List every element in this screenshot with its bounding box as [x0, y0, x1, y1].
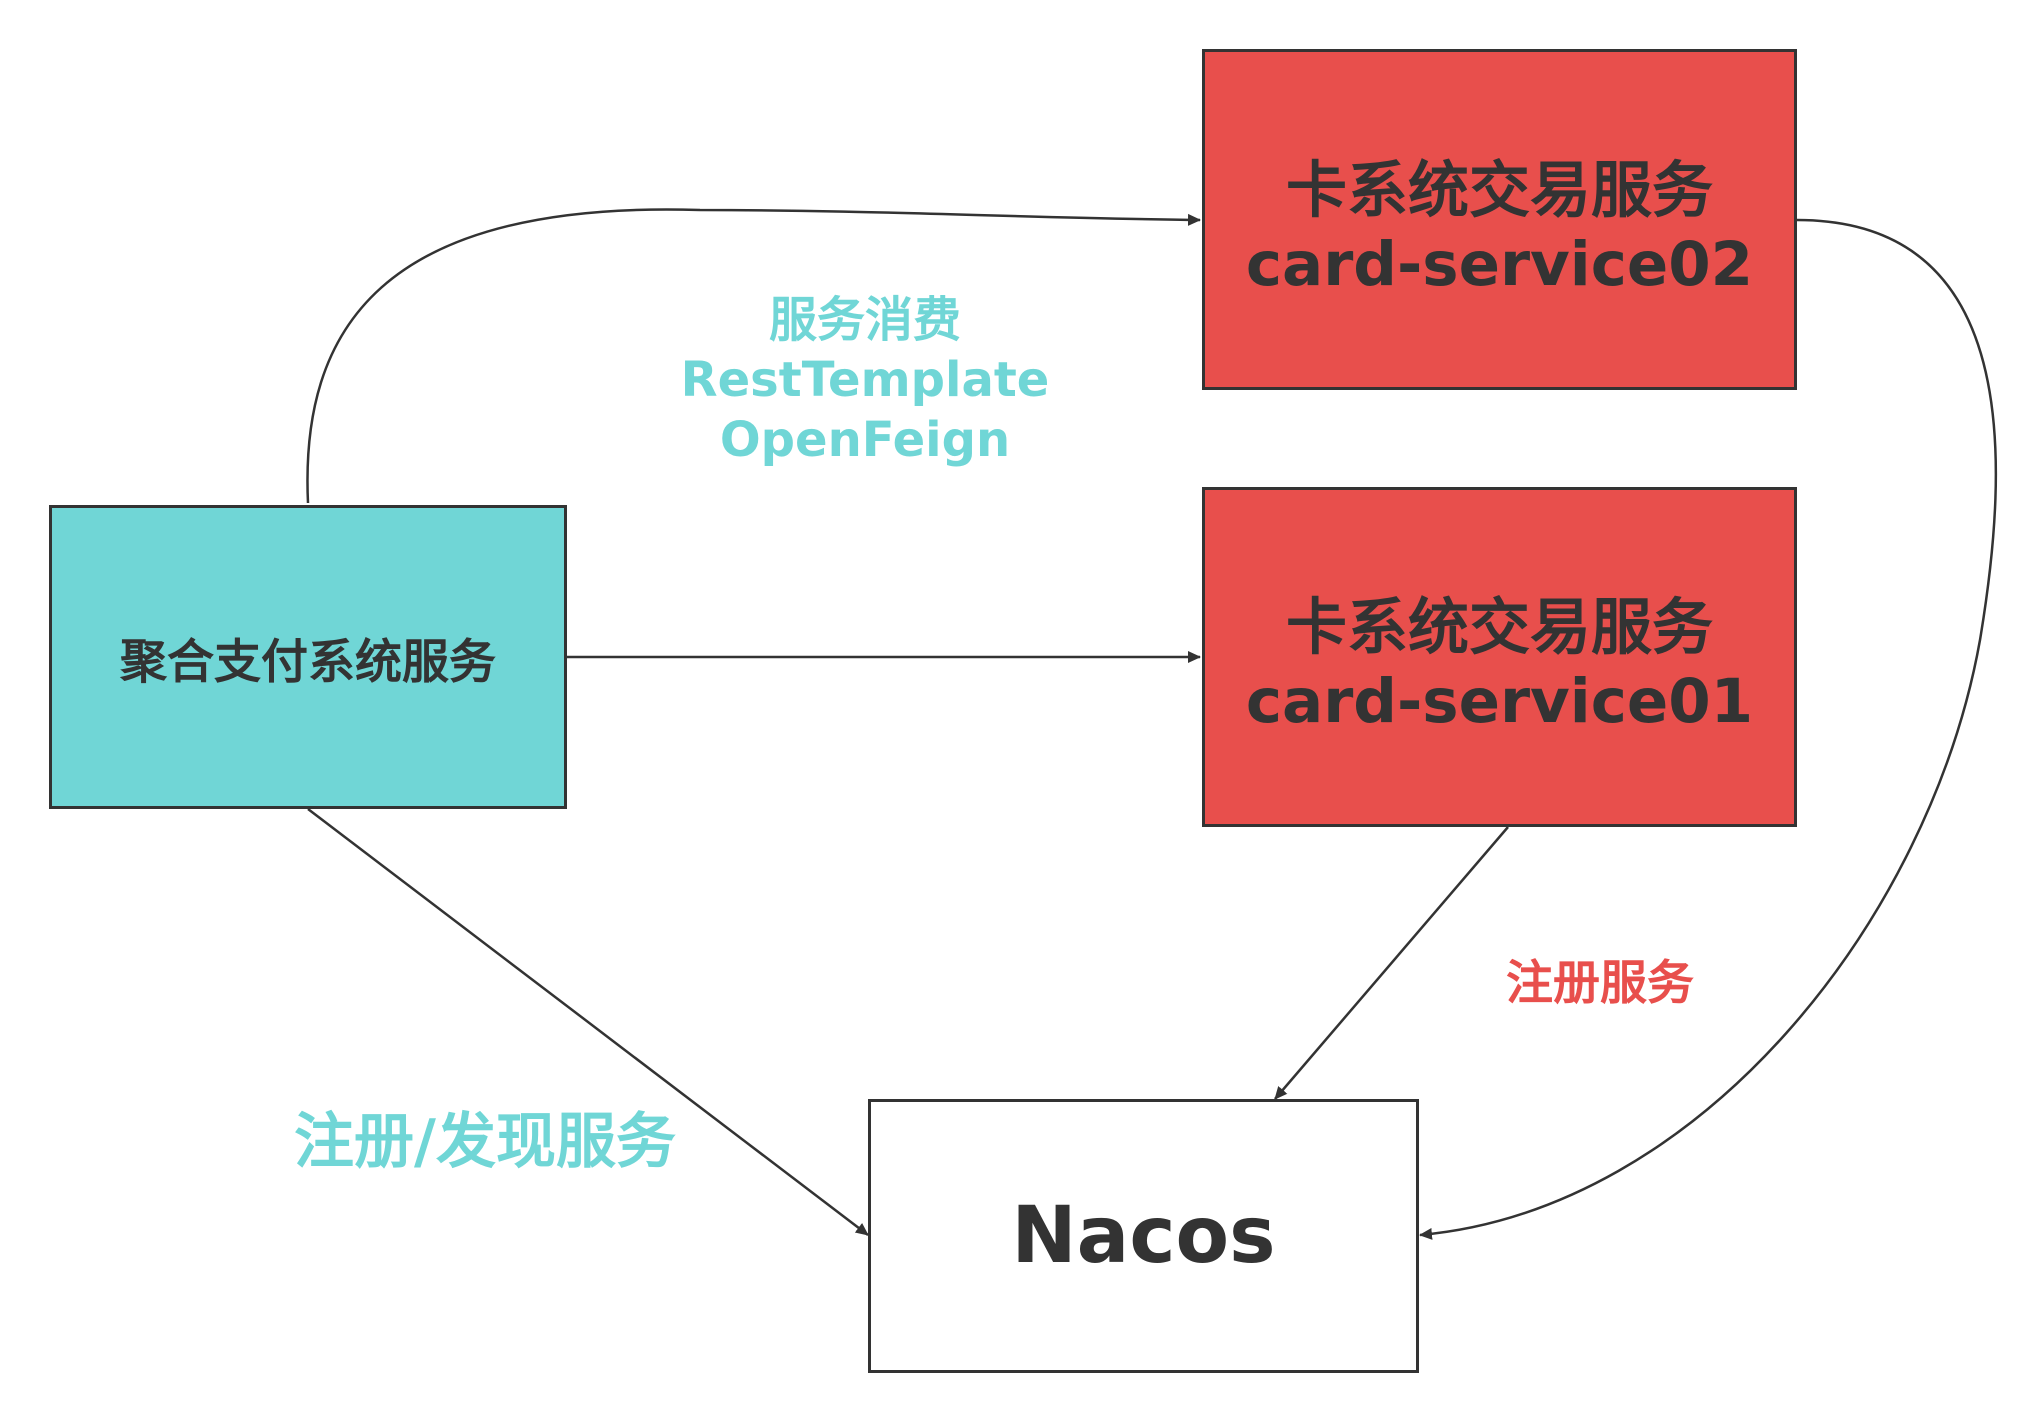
edge-label-consume-line3: OpenFeign [719, 412, 1011, 468]
edge-card01-to-nacos [1274, 826, 1509, 1100]
edge-label-register-discover: 注册/发现服务 [294, 1107, 676, 1177]
node-aggregator-label: 聚合支付系统服务 [120, 634, 496, 690]
edge-label-register: 注册服务 [1506, 956, 1694, 1011]
node-aggregator: 聚合支付系统服务 [49, 505, 567, 809]
node-card01-subtitle: card-service01 [1245, 666, 1754, 737]
edge-label-consume-line1: 服务消费 [768, 292, 961, 348]
edge-label-consume-line2: RestTemplate [680, 352, 1050, 408]
node-nacos-label: Nacos [1011, 1191, 1276, 1281]
node-card02-title: 卡系统交易服务 [1285, 154, 1713, 226]
node-card01: 卡系统交易服务 card-service01 [1202, 487, 1797, 827]
node-card01-title: 卡系统交易服务 [1285, 592, 1713, 663]
node-card02-subtitle: card-service02 [1245, 228, 1754, 300]
edge-label-consume: 服务消费 RestTemplate OpenFeign [650, 290, 1080, 470]
node-nacos: Nacos [868, 1099, 1419, 1373]
node-card02: 卡系统交易服务 card-service02 [1202, 49, 1797, 390]
